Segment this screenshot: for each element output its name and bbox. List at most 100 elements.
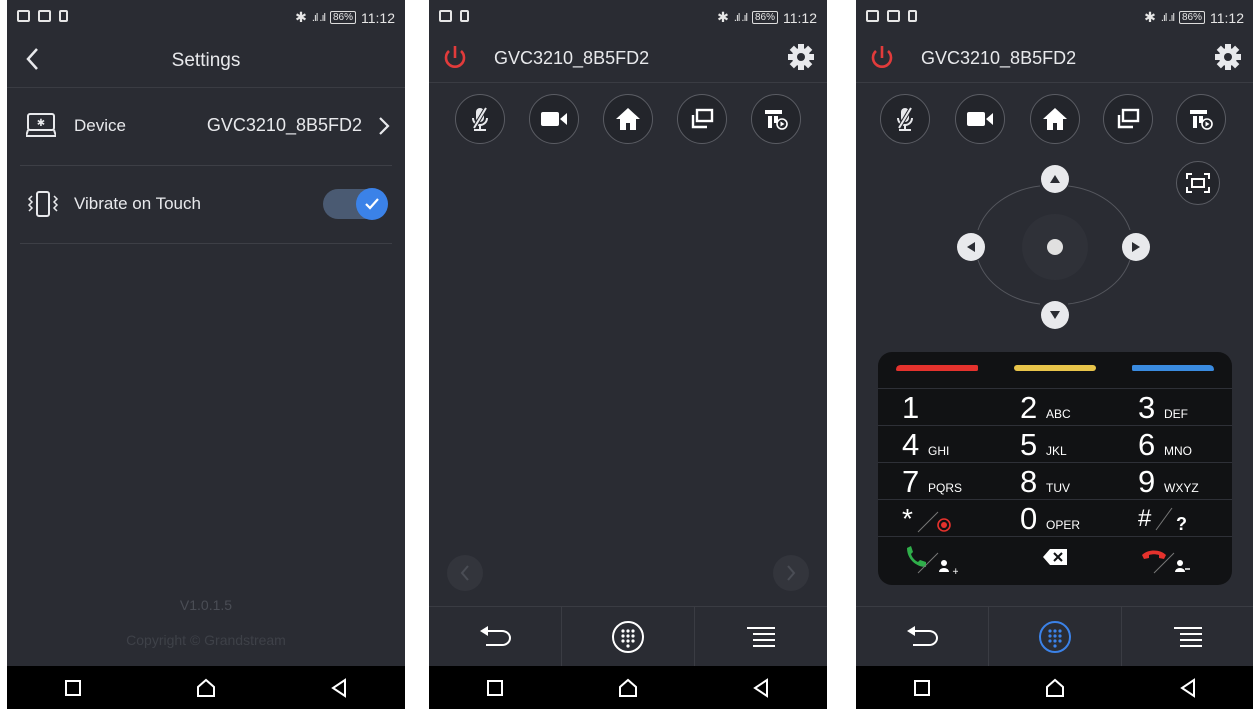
battery-saver-icon <box>59 10 68 22</box>
keypad-row: 7 PQRS 8 TUV 9 WXYZ <box>878 462 1232 500</box>
device-label: Device <box>74 116 126 135</box>
triangle-back-icon <box>752 677 768 698</box>
recents-button[interactable] <box>43 666 103 709</box>
remote-header: GVC3210_8B5FD2 <box>856 34 1253 83</box>
mute-button[interactable] <box>455 94 505 144</box>
home-button[interactable] <box>1030 94 1080 144</box>
key-9[interactable]: 9 WXYZ <box>1114 463 1232 500</box>
menu-button[interactable] <box>1122 607 1253 667</box>
gear-icon[interactable] <box>1214 43 1242 71</box>
battery-level: 86% <box>329 11 356 24</box>
gallery-icon <box>866 10 879 22</box>
svg-text:✱: ✱ <box>37 118 45 129</box>
recents-button[interactable] <box>465 666 525 709</box>
vibrate-toggle[interactable] <box>323 188 388 220</box>
presentation-button[interactable] <box>751 94 801 144</box>
home-nav-button[interactable] <box>598 666 658 709</box>
fullscreen-button[interactable] <box>1176 161 1220 205</box>
key-star[interactable]: * <box>878 500 996 537</box>
end-call-key[interactable] <box>1114 537 1232 581</box>
vibrate-label: Vibrate on Touch <box>74 194 201 213</box>
function-key-blue[interactable] <box>1132 365 1214 371</box>
gallery-icon <box>17 10 30 22</box>
presentation-button[interactable] <box>1176 94 1226 144</box>
hangup-icon <box>1142 550 1190 574</box>
power-icon[interactable] <box>441 44 469 72</box>
function-keys <box>878 352 1232 388</box>
down-button[interactable] <box>1041 301 1069 329</box>
key-8[interactable]: 8 TUV <box>996 463 1114 500</box>
status-bar: ✱ .ıl .ıl 86% 11:12 <box>429 0 827 34</box>
clock: 11:12 <box>1210 9 1244 26</box>
delete-key[interactable] <box>996 537 1114 581</box>
triangle-back-icon <box>330 677 346 698</box>
chevron-right-icon <box>787 565 796 581</box>
home-nav-button[interactable] <box>176 666 236 709</box>
key-1[interactable]: 1 <box>878 389 996 426</box>
key-2[interactable]: 2 ABC <box>996 389 1114 426</box>
function-key-red[interactable] <box>896 365 978 371</box>
key-6[interactable]: 6 MNO <box>1114 426 1232 463</box>
key-hash[interactable]: # ? <box>1114 500 1232 537</box>
remote-header: GVC3210_8B5FD2 <box>429 34 827 83</box>
device-row[interactable]: ✱ Device GVC3210_8B5FD2 <box>20 88 392 166</box>
system-nav-bar <box>429 666 827 709</box>
divider-line <box>1155 507 1173 531</box>
dialpad-button[interactable] <box>562 607 695 667</box>
recents-button[interactable] <box>892 666 952 709</box>
keypad-row: 1 2 ABC 3 DEF <box>878 388 1232 426</box>
key-0[interactable]: 0 OPER <box>996 500 1114 537</box>
settings-header: Settings <box>7 34 405 88</box>
window-button[interactable] <box>1103 94 1153 144</box>
camera-icon <box>967 112 993 126</box>
chevron-left-icon <box>460 565 469 581</box>
dialpad-icon <box>612 621 644 653</box>
svg-text:+: + <box>952 567 958 575</box>
home-outline-icon <box>196 678 215 697</box>
prev-page-button[interactable] <box>447 555 483 591</box>
square-icon <box>914 679 931 696</box>
up-button[interactable] <box>1041 165 1069 193</box>
key-4[interactable]: 4 GHI <box>878 426 996 463</box>
power-icon[interactable] <box>868 44 896 72</box>
camera-button[interactable] <box>529 94 579 144</box>
camera-icon <box>541 112 567 126</box>
remote-screen: ✱ .ıl .ıl 86% 11:12 GVC3210_8B5FD2 <box>429 0 827 709</box>
arrow-down-icon <box>1050 311 1060 319</box>
key-7[interactable]: 7 PQRS <box>878 463 996 500</box>
home-button[interactable] <box>603 94 653 144</box>
mute-button[interactable] <box>880 94 930 144</box>
square-icon <box>65 679 82 696</box>
gear-icon[interactable] <box>787 43 815 71</box>
check-icon <box>356 188 388 220</box>
next-page-button[interactable] <box>773 555 809 591</box>
back-nav-button[interactable] <box>1158 666 1218 709</box>
right-button[interactable] <box>1122 233 1150 261</box>
back-button[interactable] <box>856 607 989 667</box>
status-bar: ✱ .ıl .ıl 86% 11:12 <box>856 0 1253 34</box>
system-nav-bar <box>7 666 405 709</box>
device-value: GVC3210_8B5FD2 <box>206 115 362 135</box>
bluetooth-icon: ✱ <box>717 9 729 25</box>
back-nav-button[interactable] <box>309 666 369 709</box>
keypad-row: * 0 OPER # ? <box>878 499 1232 537</box>
bottom-toolbar <box>856 606 1253 667</box>
add-call-key[interactable]: + <box>878 537 996 581</box>
mail-icon <box>38 10 51 22</box>
fullscreen-icon <box>1186 173 1210 193</box>
quick-actions <box>429 94 827 148</box>
dialpad-button[interactable] <box>989 607 1122 667</box>
key-5[interactable]: 5 JKL <box>996 426 1114 463</box>
window-button[interactable] <box>677 94 727 144</box>
left-button[interactable] <box>957 233 985 261</box>
camera-button[interactable] <box>955 94 1005 144</box>
ok-button[interactable] <box>1047 239 1063 255</box>
menu-lines-icon <box>1174 627 1202 647</box>
key-3[interactable]: 3 DEF <box>1114 389 1232 426</box>
phone-add-icon: + <box>907 546 958 575</box>
menu-button[interactable] <box>695 607 827 667</box>
function-key-yellow[interactable] <box>1014 365 1096 371</box>
back-button[interactable] <box>429 607 562 667</box>
home-nav-button[interactable] <box>1025 666 1085 709</box>
back-nav-button[interactable] <box>731 666 791 709</box>
